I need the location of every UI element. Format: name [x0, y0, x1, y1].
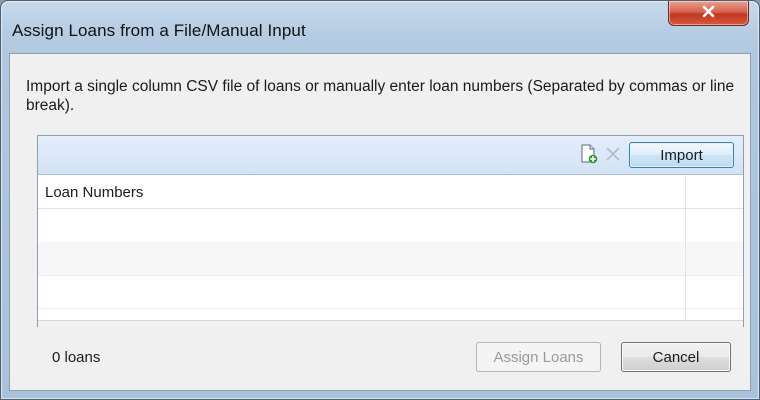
- column-header-loan-numbers[interactable]: Loan Numbers: [45, 184, 143, 201]
- title-bar[interactable]: Assign Loans from a File/Manual Input: [1, 1, 759, 53]
- table-row[interactable]: [38, 209, 743, 243]
- add-file-button[interactable]: [579, 144, 599, 168]
- close-button[interactable]: [668, 1, 749, 26]
- dialog-window: Assign Loans from a File/Manual Input Im…: [0, 0, 760, 400]
- close-icon: [701, 4, 716, 23]
- assign-loans-button[interactable]: Assign Loans: [476, 342, 601, 372]
- column-divider: [685, 175, 686, 321]
- dialog-body: Import a single column CSV file of loans…: [9, 53, 751, 391]
- import-button[interactable]: Import: [629, 142, 734, 168]
- cancel-button[interactable]: Cancel: [621, 342, 731, 372]
- delete-button[interactable]: [603, 145, 623, 167]
- grid-header: Loan Numbers: [38, 175, 743, 209]
- loan-count-label: 0 loans: [52, 349, 101, 366]
- loan-grid-panel: Import Loan Numbers: [37, 135, 744, 327]
- delete-icon: [604, 145, 622, 167]
- grid-scroll-edge: [38, 320, 743, 327]
- instructions-text: Import a single column CSV file of loans…: [26, 78, 735, 114]
- add-file-icon: [580, 144, 598, 168]
- grid-toolbar: Import: [38, 136, 743, 175]
- window-title: Assign Loans from a File/Manual Input: [12, 21, 306, 40]
- table-row[interactable]: [38, 242, 743, 276]
- table-row[interactable]: [38, 275, 743, 309]
